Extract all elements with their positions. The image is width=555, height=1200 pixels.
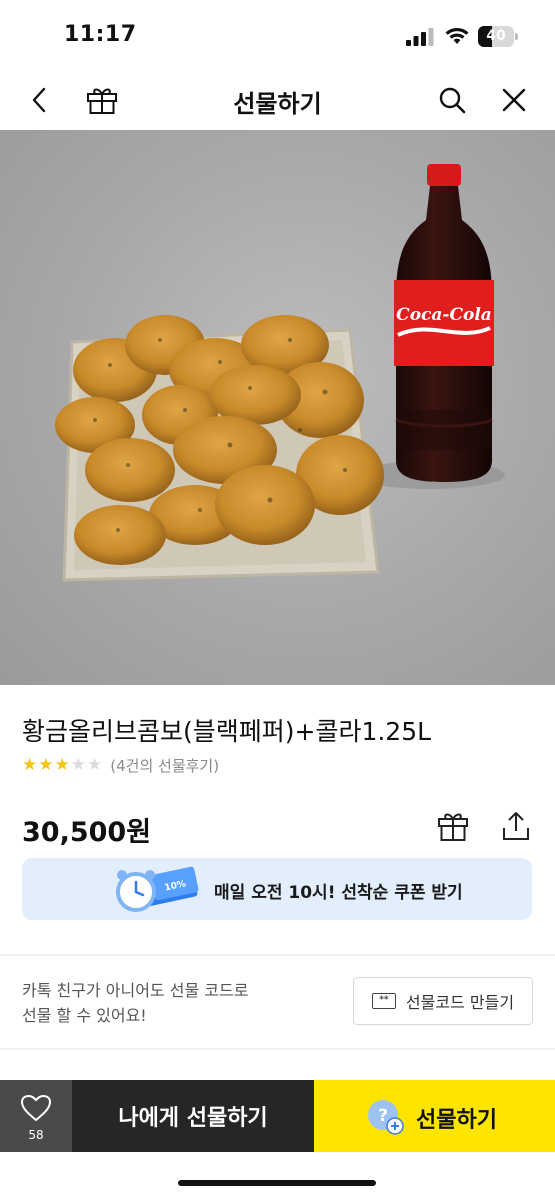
signal-icon — [406, 28, 434, 46]
divider — [0, 1048, 555, 1050]
coupon-banner[interactable]: 10% 매일 오전 10시! 선착순 쿠폰 받기 — [22, 858, 532, 920]
status-time: 11:17 — [64, 22, 137, 47]
add-friend-icon: ? — [368, 1100, 404, 1135]
search-button[interactable] — [432, 80, 472, 120]
heart-icon — [20, 1094, 52, 1122]
star-filled-icon: ★ — [22, 755, 38, 775]
gift-icon — [438, 813, 468, 841]
gift-button[interactable]: ? 선물하기 — [314, 1080, 555, 1152]
like-count: 58 — [28, 1128, 44, 1142]
star-filled-icon: ★ — [54, 755, 70, 775]
gift-code-info-line1: 카톡 친구가 아니어도 선물 코드로 — [22, 981, 249, 1000]
review-count[interactable]: (4건의 선물후기) — [110, 755, 219, 776]
like-button[interactable]: 58 — [0, 1080, 72, 1152]
home-indicator-area — [0, 1152, 555, 1200]
gift-wrap-button[interactable] — [435, 808, 471, 844]
cola-bottle: Coca-Cola — [394, 164, 494, 482]
star-empty-icon: ★ — [70, 755, 86, 775]
rating[interactable]: ★ ★ ★ ★ ★ (4건의 선물후기) — [22, 754, 219, 776]
alarm-clock-coupon-icon: 10% — [116, 866, 199, 912]
svg-text:Coca-Cola: Coca-Cola — [396, 305, 492, 325]
star-empty-icon: ★ — [87, 755, 103, 775]
battery-icon: 40 — [478, 26, 518, 47]
nav-bar: 선물하기 — [0, 70, 555, 130]
home-indicator[interactable] — [178, 1180, 376, 1186]
product-photo: Coca-Cola — [55, 164, 505, 582]
code-icon: ** — [371, 993, 396, 1009]
rating-stars: ★ ★ ★ ★ ★ — [22, 755, 102, 775]
share-icon — [503, 812, 529, 840]
battery-level: 40 — [486, 28, 506, 44]
gift-to-self-button[interactable]: 나에게 선물하기 — [72, 1080, 314, 1152]
status-bar: 11:17 40 — [0, 0, 555, 70]
divider — [0, 954, 555, 956]
close-button[interactable] — [494, 80, 534, 120]
create-gift-code-label: 선물코드 만들기 — [405, 993, 515, 1012]
gift-code-info-line2: 선물 할 수 있어요! — [22, 1006, 147, 1025]
price: 30,500원 — [22, 817, 152, 848]
gift-button-label: 선물하기 — [416, 1108, 497, 1133]
product-image[interactable]: Coca-Cola — [0, 130, 555, 685]
coupon-label: 매일 오전 10시! 선착순 쿠폰 받기 — [214, 883, 463, 903]
close-icon — [502, 88, 526, 112]
bottom-action-bar: 58 나에게 선물하기 ? 선물하기 — [0, 1080, 555, 1152]
wifi-icon — [445, 28, 469, 44]
svg-text:?: ? — [378, 1106, 388, 1126]
product-name: 황금올리브콤보(블랙페퍼)+콜라1.25L — [22, 717, 432, 746]
share-button[interactable] — [498, 808, 534, 844]
star-filled-icon: ★ — [38, 755, 54, 775]
search-icon — [439, 87, 466, 114]
create-gift-code-button[interactable]: ** 선물코드 만들기 — [353, 977, 533, 1025]
gift-code-info: 카톡 친구가 아니어도 선물 코드로 선물 할 수 있어요! — [22, 978, 248, 1028]
